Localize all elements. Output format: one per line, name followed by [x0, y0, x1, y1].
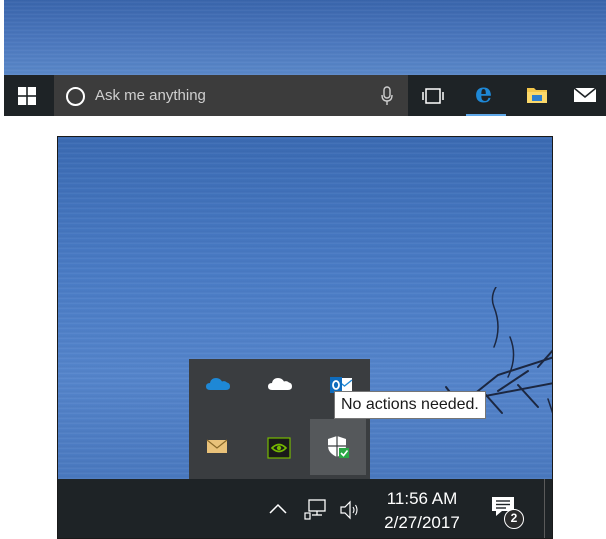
- notification-count-badge: 2: [504, 509, 524, 529]
- cortana-ring-icon: [66, 87, 85, 106]
- nvidia-tray-button[interactable]: [259, 427, 299, 467]
- microphone-icon[interactable]: [380, 86, 394, 106]
- show-hidden-icons-button[interactable]: [263, 495, 293, 525]
- network-tray-button[interactable]: [298, 495, 332, 525]
- show-desktop-button[interactable]: [544, 479, 552, 538]
- defender-status-tooltip: No actions needed.: [334, 391, 486, 419]
- clock-time: 11:56 AM: [386, 489, 458, 508]
- taskbar: Ask me anything e: [4, 75, 606, 116]
- volume-tray-button[interactable]: [335, 495, 365, 525]
- windows-logo-icon: [18, 87, 36, 105]
- onedrive-white-icon: [268, 378, 292, 390]
- windows-defender-tray-button[interactable]: [310, 419, 366, 475]
- desktop-wallpaper: [4, 0, 606, 75]
- edge-taskbar-button[interactable]: e: [466, 75, 506, 116]
- mail-app-button[interactable]: [564, 75, 606, 116]
- network-icon: [304, 499, 326, 520]
- start-button[interactable]: [4, 75, 52, 116]
- active-app-indicator: [466, 114, 506, 116]
- onedrive-tray-button[interactable]: [197, 365, 237, 405]
- clock-date: 2/27/2017: [384, 513, 460, 532]
- file-explorer-button[interactable]: [518, 75, 556, 116]
- envelope-icon: [206, 439, 228, 453]
- nvidia-icon: [267, 437, 291, 459]
- folder-icon: [527, 88, 547, 103]
- windows-defender-icon: [328, 436, 349, 458]
- speaker-icon: [340, 500, 358, 520]
- bottom-screenshot-panel: No actions needed. 11:56 AM 2/27/2017 2: [57, 136, 553, 539]
- taskbar: 11:56 AM 2/27/2017 2: [58, 479, 552, 538]
- notification-area-overflow-flyout: [189, 359, 370, 479]
- task-view-icon: [422, 88, 444, 104]
- top-screenshot-panel: Ask me anything e: [4, 0, 606, 116]
- search-placeholder: Ask me anything: [95, 87, 206, 104]
- onedrive-tray-button-2[interactable]: [259, 365, 299, 405]
- edge-browser-icon: e: [475, 78, 493, 109]
- cortana-search-box[interactable]: Ask me anything: [54, 75, 408, 116]
- onedrive-blue-icon: [206, 378, 230, 390]
- mail-icon: [573, 87, 597, 102]
- task-view-button[interactable]: [414, 75, 452, 116]
- mail-tray-button[interactable]: [197, 427, 237, 467]
- action-center-button[interactable]: 2: [486, 489, 526, 533]
- chevron-up-icon: [269, 503, 287, 514]
- system-clock[interactable]: 11:56 AM 2/27/2017: [374, 483, 470, 537]
